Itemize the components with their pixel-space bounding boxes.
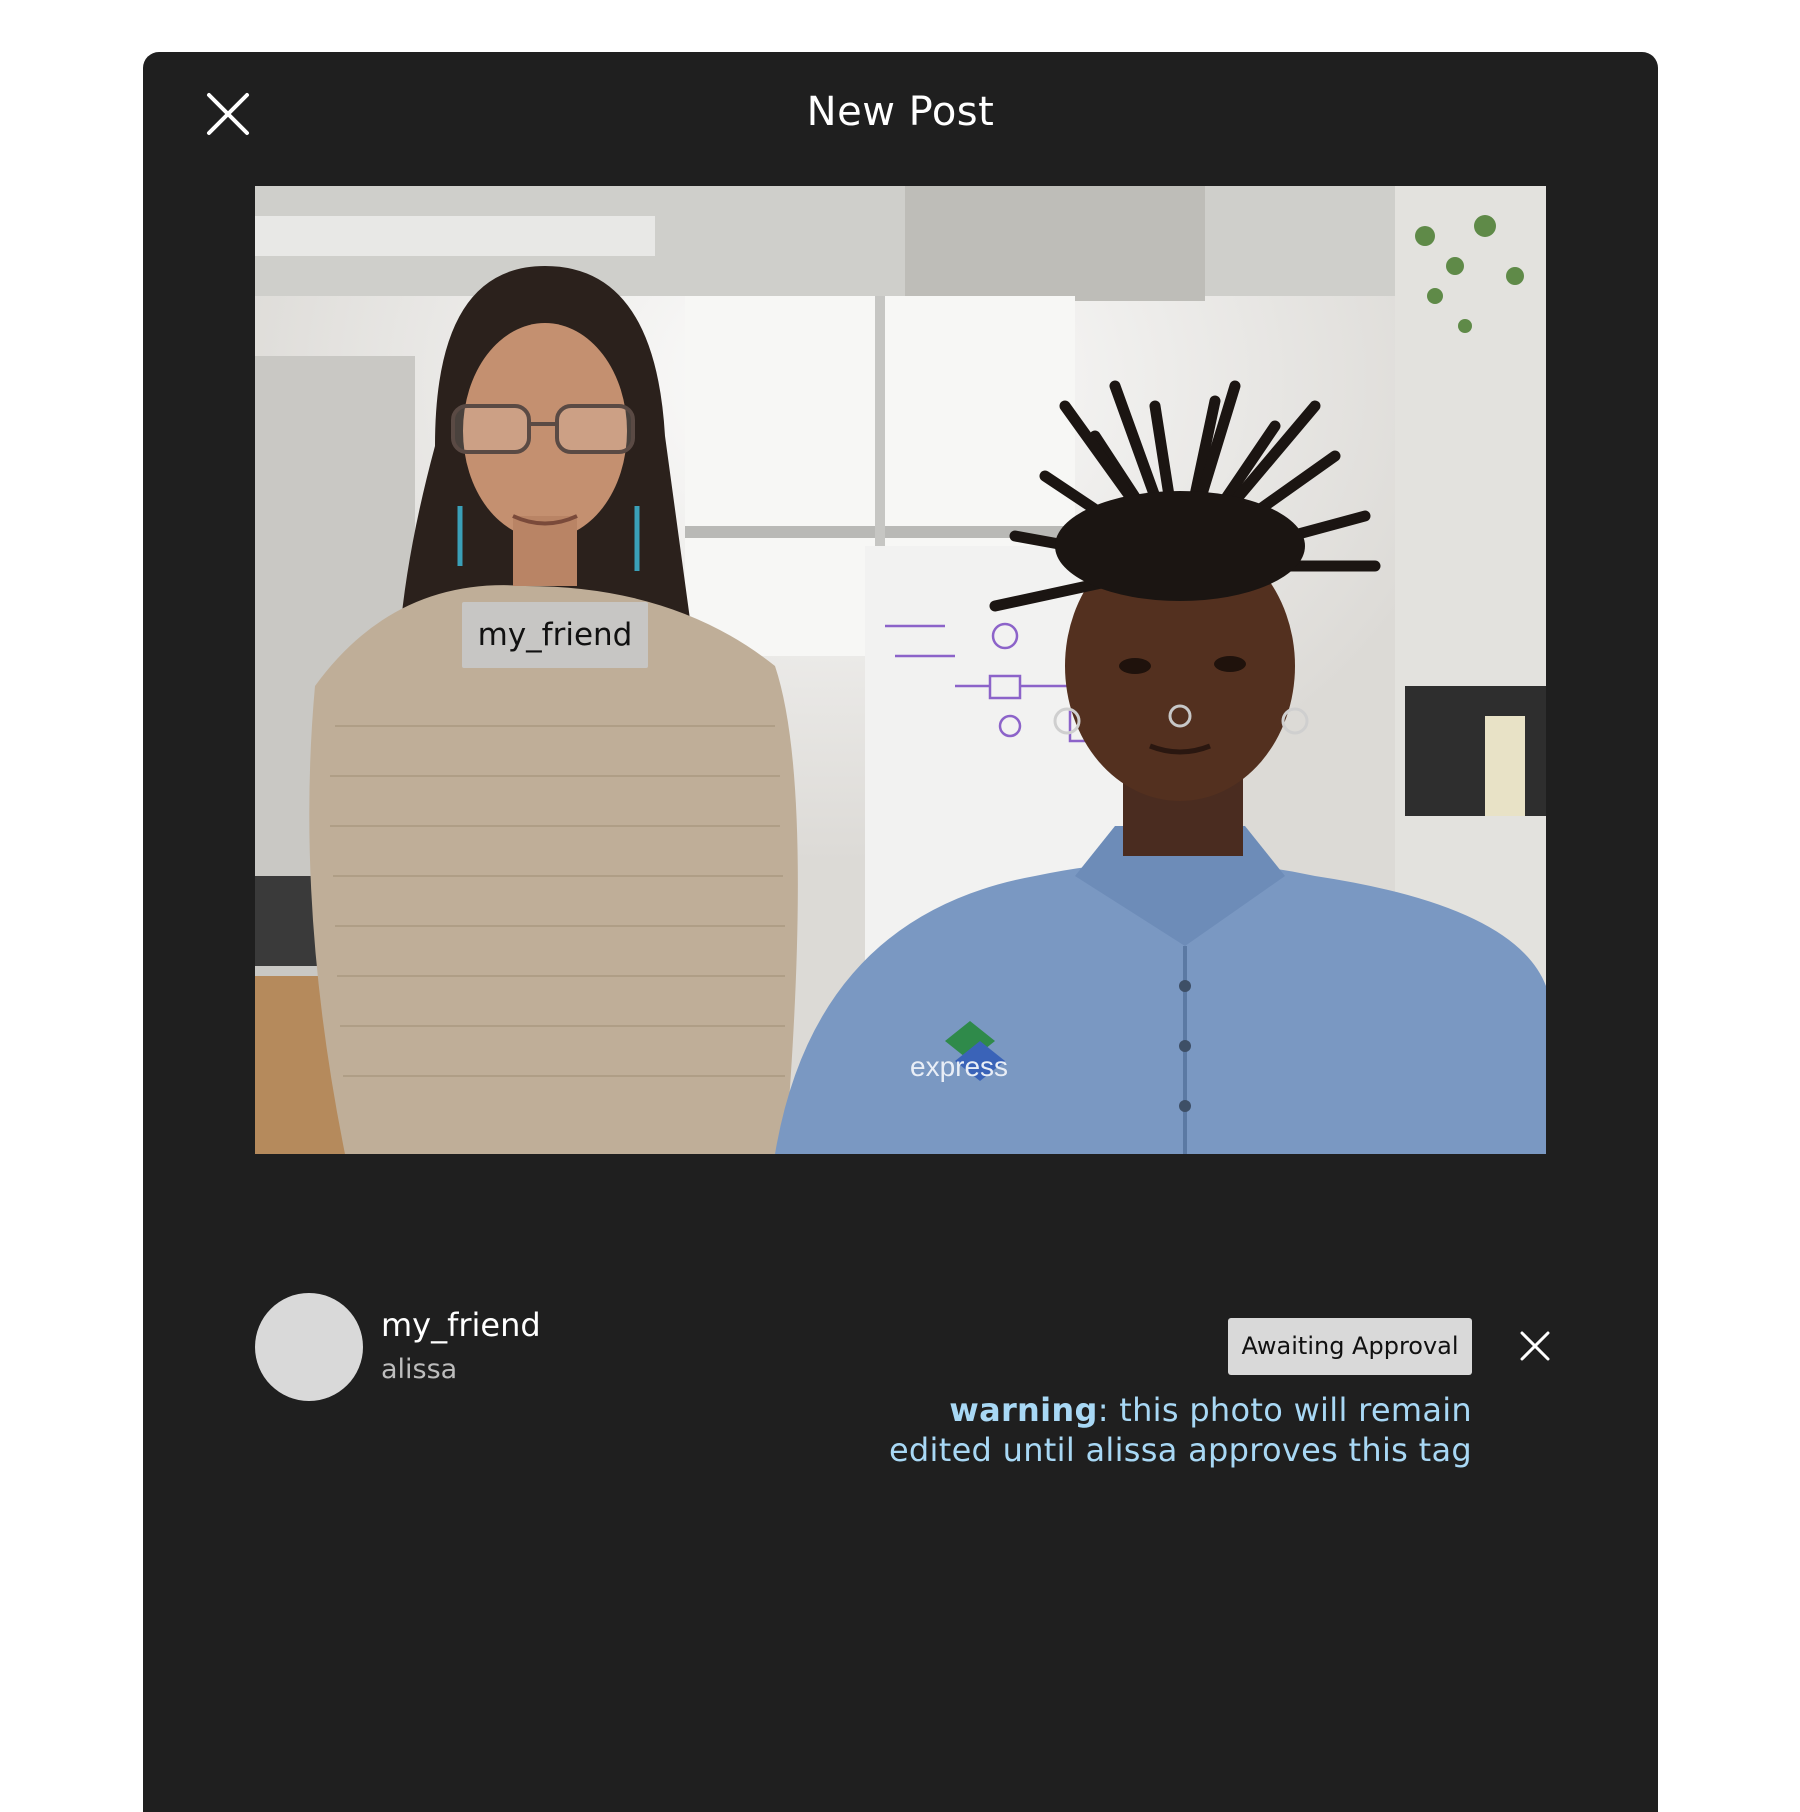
tagged-name: alissa — [381, 1354, 458, 1385]
new-post-dialog: New Post express my_friend my_friend ali… — [143, 52, 1658, 1812]
close-icon[interactable] — [1519, 1330, 1551, 1362]
warning-line-2: edited until alissa approves this tag — [888, 1431, 1472, 1469]
shirt-logo-text: express — [910, 1051, 1008, 1082]
avatar — [255, 1293, 363, 1401]
approval-warning: warning: this photo will remain edited u… — [843, 1390, 1472, 1470]
photo-tag-label[interactable]: my_friend — [462, 602, 648, 668]
warning-prefix: warning — [949, 1391, 1098, 1429]
dialog-title: New Post — [806, 89, 995, 135]
photo-illustration: express — [255, 186, 1546, 1154]
warning-line-1: : this photo will remain — [1097, 1391, 1472, 1429]
tagged-username: my_friend — [381, 1306, 541, 1344]
post-photo[interactable]: express my_friend — [255, 186, 1546, 1154]
status-badge: Awaiting Approval — [1228, 1318, 1472, 1375]
